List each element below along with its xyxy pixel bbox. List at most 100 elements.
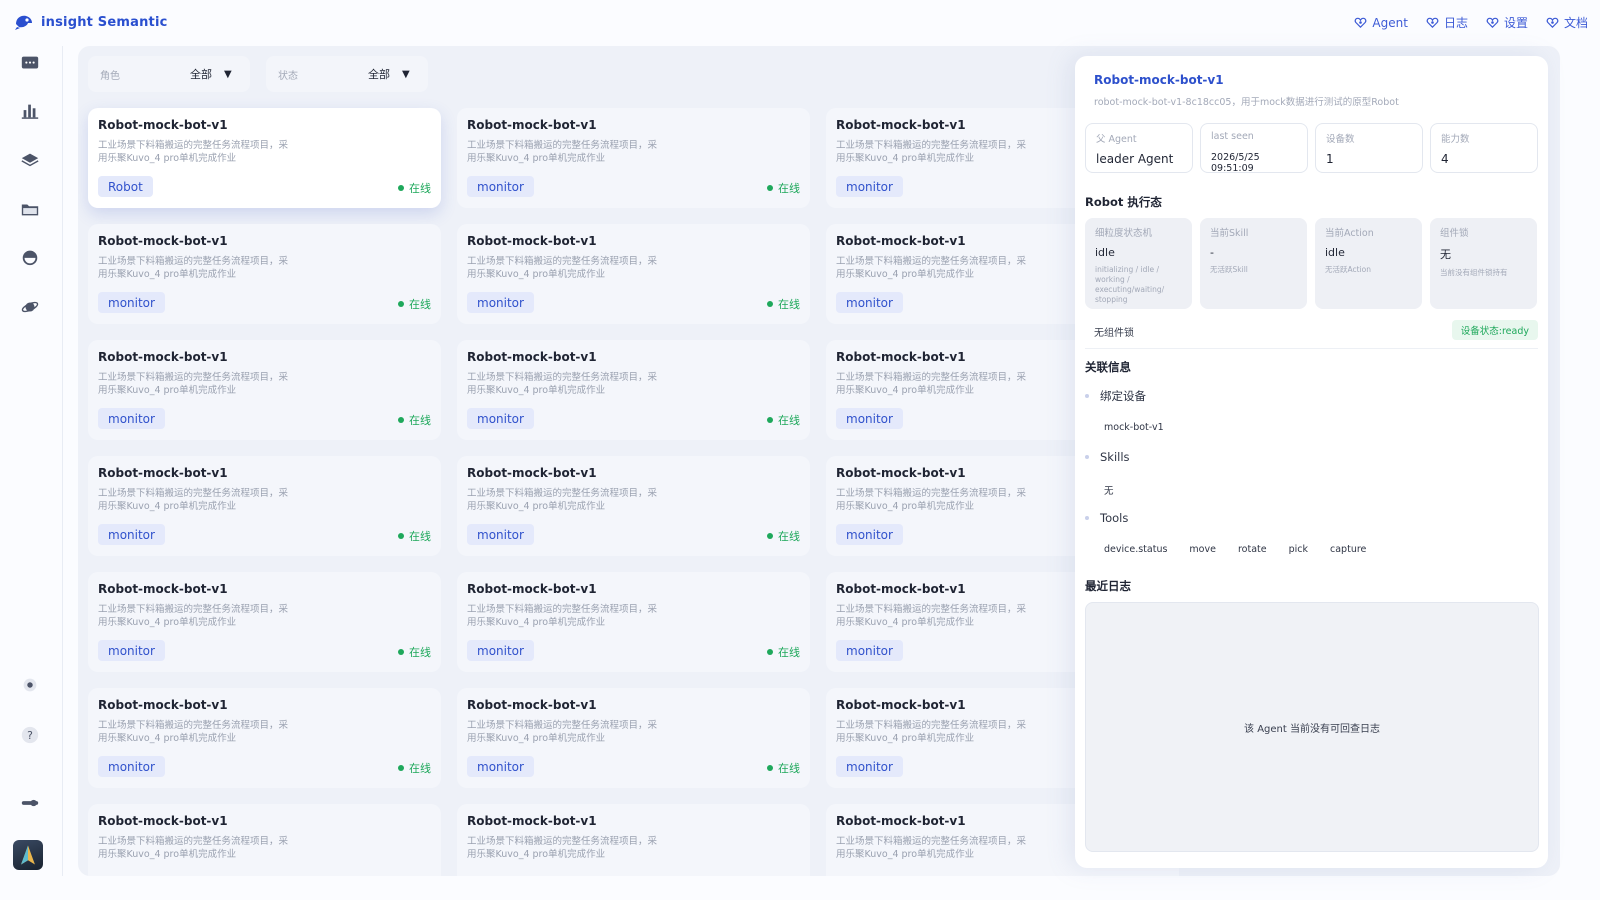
card-title: Robot-mock-bot-v1 [98, 118, 228, 132]
stat-label: last seen [1211, 131, 1254, 142]
tool-chip[interactable]: pick [1279, 540, 1318, 559]
nav-agent[interactable]: Agent [1354, 16, 1408, 30]
status-dot-icon [398, 533, 404, 539]
relation-section-title: 关联信息 [1085, 360, 1131, 374]
agent-card[interactable]: Robot-mock-bot-v1 工业场景下料箱搬运的完整任务流程项目，采用乐聚… [457, 340, 810, 440]
logs-section-title: 最近日志 [1085, 579, 1131, 593]
agent-card[interactable]: Robot-mock-bot-v1 工业场景下料箱搬运的完整任务流程项目，采用乐聚… [88, 572, 441, 672]
exec-value: 无 [1440, 248, 1451, 261]
agent-card[interactable]: Robot-mock-bot-v1 工业场景下料箱搬运的完整任务流程项目，采用乐聚… [457, 224, 810, 324]
exec-hint: 无活跃Action [1325, 265, 1371, 274]
card-description: 工业场景下料箱搬运的完整任务流程项目，采用乐聚Kuvo_4 pro单机完成作业 [98, 604, 289, 628]
stat-label: 设备数 [1326, 134, 1355, 145]
rail-help-icon[interactable]: ? [19, 724, 41, 746]
rail-chart-icon[interactable] [19, 100, 41, 122]
rail-record-icon[interactable] [19, 674, 41, 696]
exec-value: idle [1095, 246, 1115, 259]
rail-planet-icon[interactable] [19, 296, 41, 318]
status-dot-icon [398, 417, 404, 423]
card-title: Robot-mock-bot-v1 [467, 698, 597, 712]
status-filter-value: 全部 [368, 68, 390, 81]
stat-row: 父 Agent leader Agent last seen 2026/5/25… [1085, 123, 1538, 174]
card-title: Robot-mock-bot-v1 [467, 814, 597, 828]
card-title: Robot-mock-bot-v1 [467, 350, 597, 364]
svg-text:?: ? [27, 729, 33, 742]
bound-devices-heading: 绑定设备 [1085, 388, 1146, 404]
stat-value: leader Agent [1096, 152, 1174, 166]
status-badge: 在线 [398, 296, 431, 312]
card-title: Robot-mock-bot-v1 [98, 698, 228, 712]
rail-chat-icon[interactable] [19, 52, 41, 74]
agent-card[interactable]: Robot-mock-bot-v1 工业场景下料箱搬运的完整任务流程项目，采用乐聚… [457, 572, 810, 672]
agent-card[interactable]: Robot-mock-bot-v1 工业场景下料箱搬运的完整任务流程项目，采用乐聚… [88, 456, 441, 556]
agent-card[interactable]: Robot-mock-bot-v1 工业场景下料箱搬运的完整任务流程项目，采用乐聚… [88, 804, 441, 876]
stat-value: 1 [1326, 152, 1334, 166]
skills-heading: Skills [1085, 450, 1130, 464]
role-tag: monitor [836, 176, 903, 197]
bullet-icon [1085, 394, 1089, 398]
agent-card[interactable]: Robot-mock-bot-v1 工业场景下料箱搬运的完整任务流程项目，采用乐聚… [457, 108, 810, 208]
user-avatar[interactable] [13, 840, 43, 870]
status-badge: 在线 [767, 528, 800, 544]
agent-card[interactable]: Robot-mock-bot-v1 工业场景下料箱搬运的完整任务流程项目，采用乐聚… [88, 224, 441, 324]
tool-chip[interactable]: device.status [1094, 540, 1177, 559]
status-text: 在线 [778, 762, 800, 775]
tool-chip[interactable]: rotate [1228, 540, 1277, 559]
agent-card[interactable]: Robot-mock-bot-v1 工业场景下料箱搬运的完整任务流程项目，采用乐聚… [88, 108, 441, 208]
exec-current-skill: 当前Skill - 无活跃Skill [1200, 218, 1307, 309]
role-tag: Robot [98, 176, 153, 197]
exec-value: - [1210, 246, 1214, 259]
rail-dome-icon[interactable] [19, 246, 41, 268]
detail-subtitle: robot-mock-bot-v1-8c18cc05，用于mock数据进行测试的… [1094, 97, 1399, 108]
device-chip[interactable]: mock-bot-v1 [1094, 418, 1174, 437]
nav-docs-label: 文档 [1563, 16, 1588, 30]
filter-bar: 角色 全部 ▼ 状态 全部 ▼ [88, 56, 428, 92]
agent-card[interactable]: Robot-mock-bot-v1 工业场景下料箱搬运的完整任务流程项目，采用乐聚… [88, 340, 441, 440]
status-text: 在线 [409, 298, 431, 311]
exec-current-action: 当前Action idle 无活跃Action [1315, 218, 1422, 309]
tool-chip[interactable]: capture [1320, 540, 1376, 559]
brand[interactable]: insight Semantic [14, 13, 168, 31]
agent-card[interactable]: Robot-mock-bot-v1 工业场景下料箱搬运的完整任务流程项目，采用乐聚… [457, 804, 810, 876]
stat-label: 能力数 [1441, 134, 1470, 145]
card-title: Robot-mock-bot-v1 [98, 234, 228, 248]
brand-name: insight Semantic [41, 14, 168, 30]
card-title: Robot-mock-bot-v1 [467, 234, 597, 248]
rail-folder-icon[interactable] [19, 198, 41, 220]
nav-docs[interactable]: 文档 [1546, 14, 1588, 31]
status-badge: 在线 [767, 296, 800, 312]
agent-card[interactable]: Robot-mock-bot-v1 工业场景下料箱搬运的完整任务流程项目，采用乐聚… [457, 456, 810, 556]
status-badge: 在线 [767, 412, 800, 428]
status-text: 在线 [409, 182, 431, 195]
stat-device-count: 设备数 1 [1315, 123, 1423, 173]
bullet-icon [1085, 455, 1089, 459]
rail-toggle-icon[interactable] [19, 792, 41, 814]
rail-layers-icon[interactable] [19, 149, 41, 171]
exec-state-row: 细粒度状态机 idle initializing / idle / workin… [1085, 218, 1537, 309]
card-title: Robot-mock-bot-v1 [98, 466, 228, 480]
exec-label: 细粒度状态机 [1095, 228, 1153, 239]
tool-chip[interactable]: move [1179, 540, 1226, 559]
nav-log[interactable]: 日志 [1426, 14, 1468, 31]
card-title: Robot-mock-bot-v1 [98, 582, 228, 596]
role-filter[interactable]: 角色 全部 ▼ [88, 56, 250, 92]
card-description: 工业场景下料箱搬运的完整任务流程项目，采用乐聚Kuvo_4 pro单机完成作业 [467, 720, 658, 744]
role-tag: monitor [98, 640, 165, 661]
nav-settings[interactable]: 设置 [1486, 14, 1528, 31]
status-filter[interactable]: 状态 全部 ▼ [266, 56, 428, 92]
logs-empty-text: 该 Agent 当前没有可回查日志 [1244, 723, 1380, 735]
status-dot-icon [398, 649, 404, 655]
role-filter-value: 全部 [190, 68, 212, 81]
agent-card[interactable]: Robot-mock-bot-v1 工业场景下料箱搬运的完整任务流程项目，采用乐聚… [457, 688, 810, 788]
role-tag: monitor [836, 756, 903, 777]
status-text: 在线 [409, 762, 431, 775]
agent-card[interactable]: Robot-mock-bot-v1 工业场景下料箱搬运的完整任务流程项目，采用乐聚… [88, 688, 441, 788]
role-tag: monitor [467, 640, 534, 661]
card-description: 工业场景下料箱搬运的完整任务流程项目，采用乐聚Kuvo_4 pro单机完成作业 [836, 140, 1027, 164]
log-panel[interactable]: 该 Agent 当前没有可回查日志 [1085, 602, 1539, 852]
card-description: 工业场景下料箱搬运的完整任务流程项目，采用乐聚Kuvo_4 pro单机完成作业 [467, 372, 658, 396]
card-title: Robot-mock-bot-v1 [467, 466, 597, 480]
card-description: 工业场景下料箱搬运的完整任务流程项目，采用乐聚Kuvo_4 pro单机完成作业 [836, 604, 1027, 628]
status-dot-icon [398, 185, 404, 191]
role-tag: monitor [836, 524, 903, 545]
